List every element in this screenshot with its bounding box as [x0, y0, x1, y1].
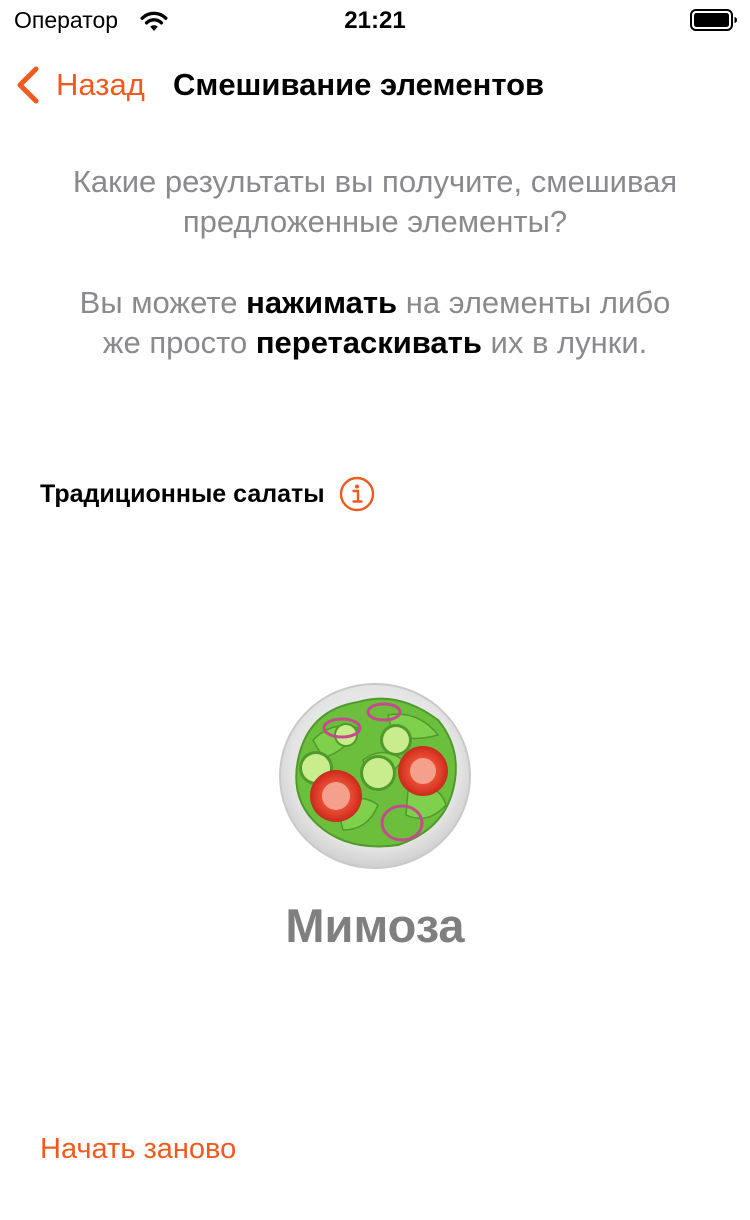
hint-part-1: Вы можете	[79, 285, 247, 320]
hint-bold-drag: перетаскивать	[255, 325, 482, 360]
info-circle-icon[interactable]	[339, 476, 375, 512]
hint-part-3: их в лунки.	[481, 325, 648, 360]
page-title: Смешивание элементов	[173, 67, 545, 102]
hint-text: Вы можете нажимать на элементы либо же п…	[70, 283, 680, 363]
hint-bold-tap: нажимать	[246, 285, 398, 320]
navigation-bar: Назад Смешивание элементов	[0, 56, 750, 116]
question-text: Какие результаты вы получите, смешивая п…	[72, 164, 678, 239]
back-label: Назад	[56, 67, 145, 102]
chevron-left-icon	[17, 66, 39, 104]
section-title: Традиционные салаты	[40, 479, 325, 508]
status-bar: Оператор 21:21	[0, 0, 750, 40]
status-time: 21:21	[344, 7, 406, 34]
restart-button[interactable]: Начать заново	[40, 1133, 236, 1166]
result-name: Мимоза	[285, 899, 465, 952]
green-salad-icon	[279, 683, 471, 869]
battery-full-icon	[690, 9, 737, 31]
section-header: Традиционные салаты	[40, 476, 375, 512]
back-button[interactable]: Назад	[14, 62, 145, 108]
